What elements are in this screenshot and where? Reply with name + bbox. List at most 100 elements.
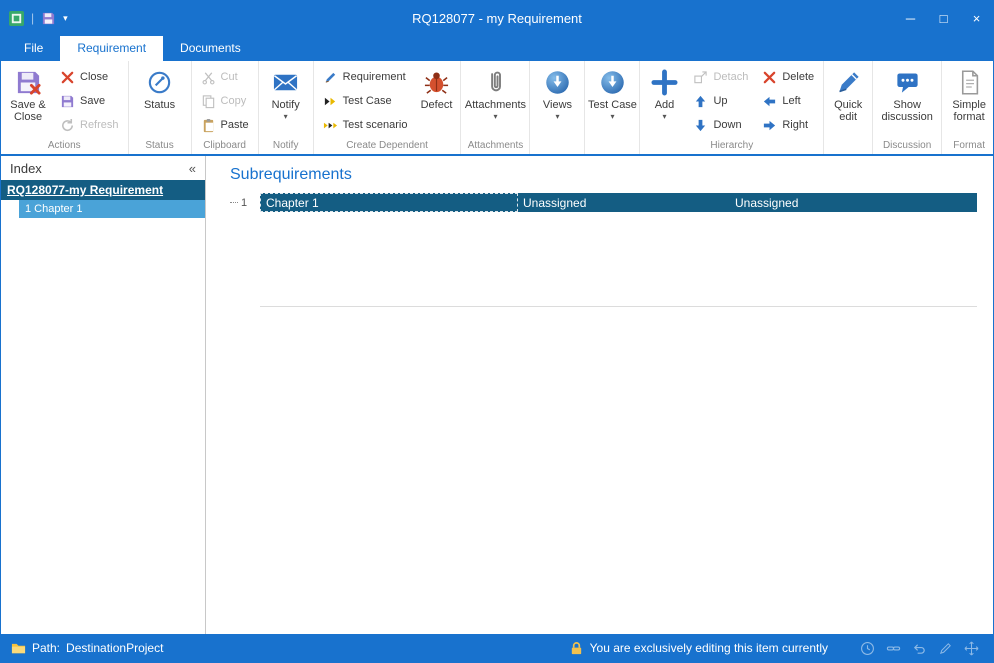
down-arrow-icon bbox=[693, 118, 708, 133]
detach-label: Detach bbox=[713, 71, 748, 83]
close-button[interactable]: Close bbox=[55, 66, 124, 88]
sidebar-header: Index « bbox=[1, 156, 205, 180]
defect-button[interactable]: Defect bbox=[414, 64, 458, 139]
quick-edit-button[interactable]: Quick edit bbox=[826, 64, 870, 139]
cut-label: Cut bbox=[221, 71, 238, 83]
create-test-case-button[interactable]: Test Case bbox=[318, 90, 413, 112]
delete-button[interactable]: Delete bbox=[757, 66, 819, 88]
move-right-button[interactable]: Right bbox=[757, 114, 819, 136]
up-arrow-icon bbox=[693, 94, 708, 109]
move-down-button[interactable]: Down bbox=[688, 114, 753, 136]
create-requirement-label: Requirement bbox=[343, 71, 406, 83]
detach-icon bbox=[693, 70, 708, 85]
maximize-button[interactable]: □ bbox=[927, 1, 960, 35]
save-and-close-button[interactable]: Save & Close bbox=[3, 64, 53, 139]
tree-item-root[interactable]: RQ128077-my Requirement bbox=[1, 180, 205, 200]
copy-button[interactable]: Copy bbox=[196, 90, 254, 112]
notify-label: Notify bbox=[272, 99, 300, 111]
status-bar: Path: DestinationProject You are exclusi… bbox=[1, 634, 993, 662]
cut-icon bbox=[201, 70, 216, 85]
group-label-views bbox=[530, 139, 584, 154]
window-title: RQ128077 - my Requirement bbox=[1, 11, 993, 26]
copy-label: Copy bbox=[221, 95, 247, 107]
group-label-attachments: Attachments bbox=[461, 139, 529, 154]
link-icon[interactable] bbox=[886, 641, 901, 656]
row-index-number: 1 bbox=[241, 197, 247, 209]
tab-requirement[interactable]: Requirement bbox=[60, 36, 163, 61]
move-left-button[interactable]: Left bbox=[757, 90, 819, 112]
create-test-scenario-button[interactable]: Test scenario bbox=[318, 114, 413, 136]
title-bar: | ▾ RQ128077 - my Requirement ─ □ × bbox=[1, 1, 993, 35]
save-and-close-label: Save & Close bbox=[3, 99, 53, 124]
notify-envelope-icon bbox=[272, 69, 299, 96]
test-case-label: Test Case bbox=[588, 99, 637, 111]
detach-button[interactable]: Detach bbox=[688, 66, 753, 88]
close-window-button[interactable]: × bbox=[960, 1, 993, 35]
lock-section: You are exclusively editing this item cu… bbox=[569, 641, 983, 656]
tab-file[interactable]: File bbox=[7, 36, 60, 61]
test-case-button[interactable]: Test Case ▾ bbox=[587, 64, 637, 139]
cell-unassigned-1[interactable]: Unassigned bbox=[518, 193, 730, 212]
add-label: Add bbox=[655, 99, 675, 111]
app-icon bbox=[9, 11, 24, 26]
path-section: Path: DestinationProject bbox=[11, 641, 163, 656]
views-button[interactable]: Views ▾ bbox=[532, 64, 582, 139]
requirement-pencil-icon bbox=[323, 70, 338, 85]
tree-connector bbox=[230, 202, 238, 203]
qat-customize-chevron-icon[interactable]: ▾ bbox=[63, 13, 68, 24]
add-button[interactable]: Add ▾ bbox=[642, 64, 686, 139]
show-discussion-button[interactable]: Show discussion bbox=[875, 64, 939, 139]
attachments-button[interactable]: Attachments ▾ bbox=[463, 64, 527, 139]
group-label-test-case bbox=[585, 139, 639, 154]
delete-label: Delete bbox=[782, 71, 814, 83]
ribbon: Save & Close Close Save bbox=[1, 61, 993, 156]
minimize-button[interactable]: ─ bbox=[894, 1, 927, 35]
status-icon bbox=[146, 69, 173, 96]
refresh-button[interactable]: Refresh bbox=[55, 114, 124, 136]
show-discussion-label: Show discussion bbox=[875, 99, 939, 124]
move-up-button[interactable]: Up bbox=[688, 90, 753, 112]
tree-item-chapter-1[interactable]: 1 Chapter 1 bbox=[19, 200, 205, 218]
tab-documents[interactable]: Documents bbox=[163, 36, 258, 61]
qat-separator: | bbox=[31, 11, 34, 25]
ribbon-group-quick-edit: Quick edit bbox=[824, 61, 873, 154]
status-button[interactable]: Status bbox=[131, 64, 189, 139]
cut-button[interactable]: Cut bbox=[196, 66, 254, 88]
save-icon bbox=[60, 94, 75, 109]
ribbon-group-test-case: Test Case ▾ bbox=[585, 61, 640, 154]
lock-icon bbox=[569, 641, 584, 656]
views-label: Views bbox=[543, 99, 572, 111]
save-button[interactable]: Save bbox=[55, 90, 124, 112]
test-case-sphere-icon bbox=[599, 69, 626, 96]
cell-chapter-name[interactable]: Chapter 1 bbox=[260, 193, 518, 212]
collapse-panel-icon[interactable]: « bbox=[189, 161, 196, 176]
undo-icon[interactable] bbox=[912, 641, 927, 656]
quick-save-icon[interactable] bbox=[41, 11, 56, 26]
group-label-hierarchy: Hierarchy bbox=[640, 139, 823, 154]
history-icon[interactable] bbox=[860, 641, 875, 656]
defect-label: Defect bbox=[421, 99, 453, 111]
simple-format-button[interactable]: Simple format bbox=[944, 64, 994, 139]
app-window: | ▾ RQ128077 - my Requirement ─ □ × File… bbox=[0, 0, 994, 663]
up-label: Up bbox=[713, 95, 727, 107]
paperclip-icon bbox=[482, 69, 509, 96]
move-icon[interactable] bbox=[964, 641, 979, 656]
edit-icon[interactable] bbox=[938, 641, 953, 656]
notify-dropdown-arrow-icon: ▾ bbox=[284, 114, 288, 120]
create-requirement-button[interactable]: Requirement bbox=[318, 66, 413, 88]
table-row[interactable]: Chapter 1 Unassigned Unassigned bbox=[260, 193, 977, 212]
down-label: Down bbox=[713, 119, 741, 131]
quick-edit-pencil-icon bbox=[835, 69, 862, 96]
group-label-clipboard: Clipboard bbox=[192, 139, 258, 154]
subrequirement-row-wrap: 1 Chapter 1 Unassigned Unassigned bbox=[230, 193, 977, 212]
notify-button[interactable]: Notify ▾ bbox=[261, 64, 311, 139]
main-content: Subrequirements 1 Chapter 1 Unassigned U… bbox=[206, 156, 993, 634]
paste-button[interactable]: Paste bbox=[196, 114, 254, 136]
paste-label: Paste bbox=[221, 119, 249, 131]
save-label: Save bbox=[80, 95, 105, 107]
quick-access-toolbar: | ▾ bbox=[9, 11, 68, 26]
status-label: Status bbox=[144, 99, 175, 111]
index-sidebar: Index « RQ128077-my Requirement 1 Chapte… bbox=[1, 156, 206, 634]
ribbon-group-status: Status Status bbox=[129, 61, 192, 154]
cell-unassigned-2[interactable]: Unassigned bbox=[730, 193, 977, 212]
